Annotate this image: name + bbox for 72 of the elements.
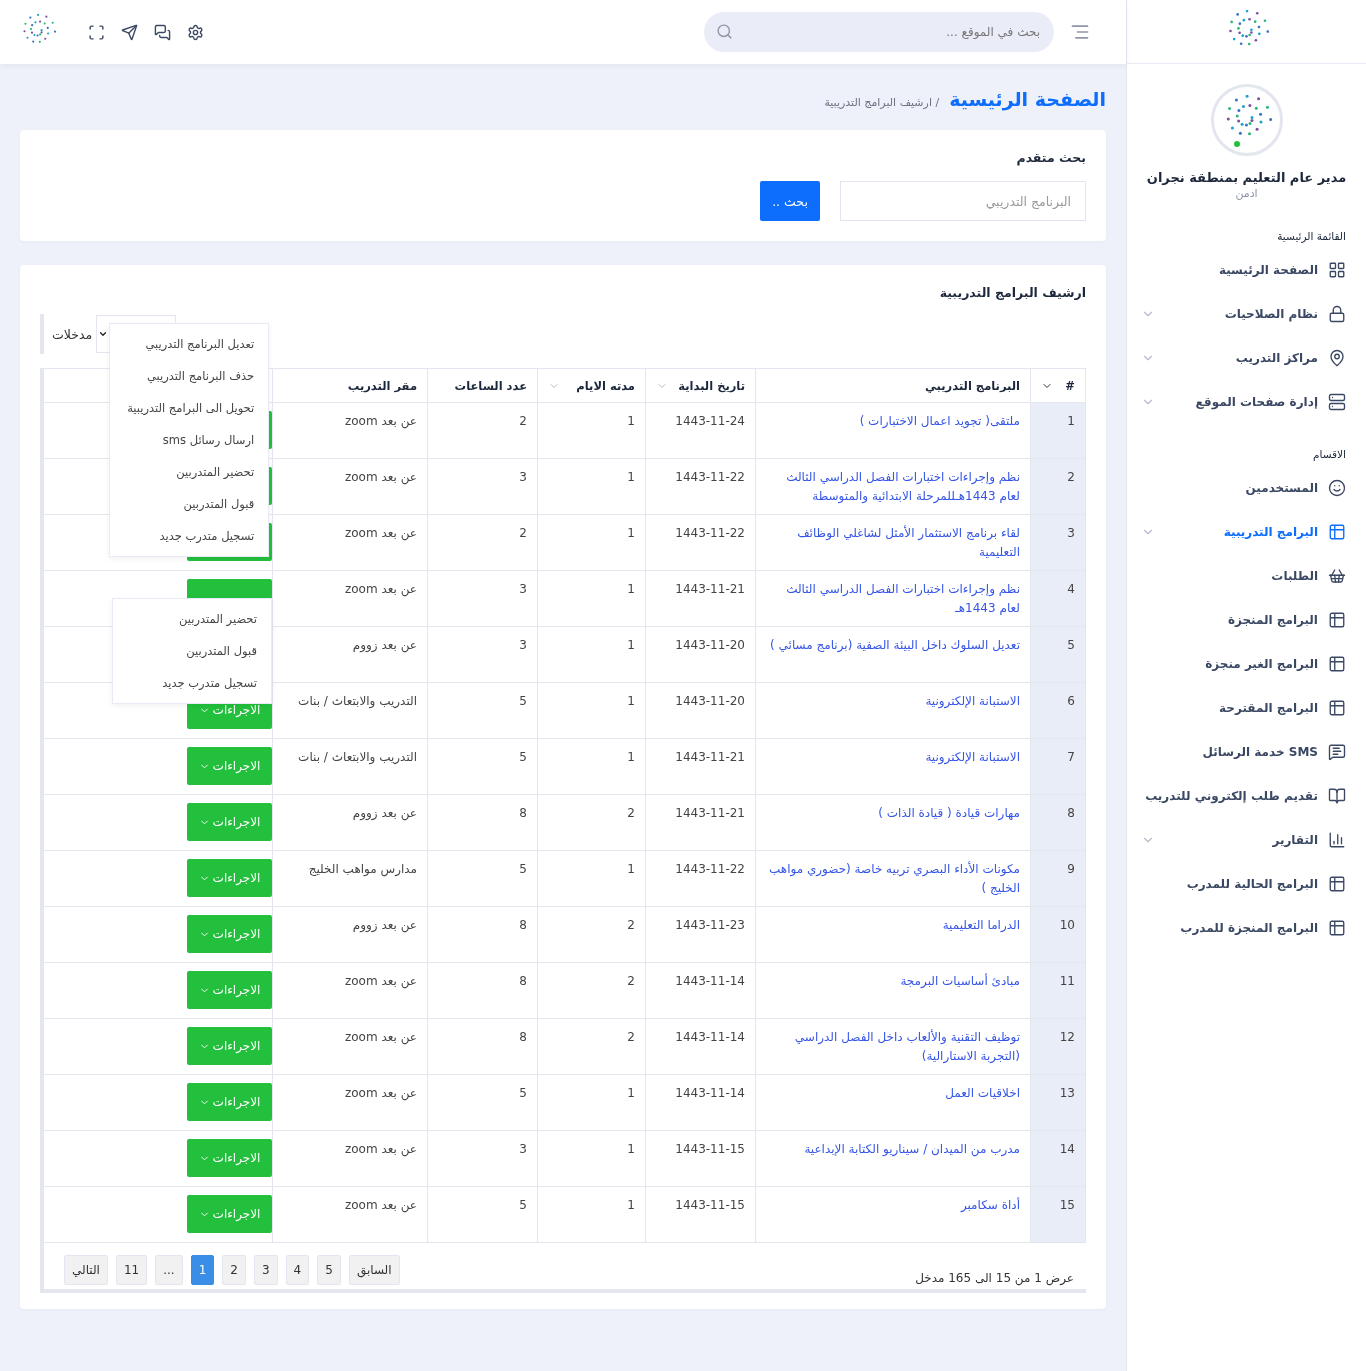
- table-cell: 1: [537, 402, 646, 459]
- table-cell: 1443-11-20: [645, 682, 756, 739]
- row-number: 8: [1030, 794, 1086, 851]
- table-cell: 3: [427, 1130, 538, 1187]
- table-cell: 1443-11-22: [645, 514, 756, 571]
- table-cell: 8: [427, 1018, 538, 1075]
- table-cell: 1443-11-23: [645, 906, 756, 963]
- row-number: 1: [1030, 402, 1086, 459]
- table-cell: 8: [427, 962, 538, 1019]
- card-title: ارشيف البرامج التدريبية: [938, 285, 1086, 300]
- table-cell: 1443-11-22: [645, 850, 756, 907]
- table-cell: 5: [427, 738, 538, 795]
- user-role: ادمن: [1235, 187, 1258, 200]
- table-cell: 1443-11-14: [645, 1074, 756, 1131]
- row-number: 10: [1030, 906, 1086, 963]
- table-cell: 5: [427, 682, 538, 739]
- table-cell: التدريب والابتعاث / بنات: [272, 682, 428, 739]
- table-cell: 1443-11-21: [645, 570, 756, 627]
- row-number: 14: [1030, 1130, 1086, 1187]
- section-title: القائمة الرئيسية: [1276, 229, 1347, 245]
- table-cell: 5: [427, 1074, 538, 1131]
- table-cell: 8: [427, 794, 538, 851]
- table-cell: 5: [427, 1186, 538, 1243]
- table-cell: 1: [537, 514, 646, 571]
- row-number: 13: [1030, 1074, 1086, 1131]
- table-cell: 1443-11-20: [645, 626, 756, 683]
- table-cell: 1: [537, 682, 646, 739]
- breadcrumb: / ارشيف البرامج التدريبية: [824, 96, 940, 109]
- table-cell: 1: [537, 850, 646, 907]
- table-cell: 1443-11-22: [645, 458, 756, 515]
- table-cell: 1: [537, 1074, 646, 1131]
- table-cell: 1: [537, 626, 646, 683]
- row-number: 5: [1030, 626, 1086, 683]
- section-title: الاقسام: [1312, 447, 1347, 463]
- table-cell: 1443-11-14: [645, 962, 756, 1019]
- row-number: 11: [1030, 962, 1086, 1019]
- table-cell: عن بعد زووم: [272, 626, 428, 683]
- table-cell: 3: [427, 570, 538, 627]
- row-number: 12: [1030, 1018, 1086, 1075]
- table-cell: 2: [537, 906, 646, 963]
- table-cell: 1: [537, 1186, 646, 1243]
- row-number: 15: [1030, 1186, 1086, 1243]
- table-cell: 3: [427, 458, 538, 515]
- row-number: 7: [1030, 738, 1086, 795]
- row-number: 4: [1030, 570, 1086, 627]
- entries-label: مدخلات: [52, 326, 93, 342]
- table-cell: 2: [427, 402, 538, 459]
- table-cell: 8: [427, 906, 538, 963]
- table-cell: 2: [427, 514, 538, 571]
- table-cell: 1443-11-21: [645, 738, 756, 795]
- table-cell: 5: [427, 850, 538, 907]
- row-number: 2: [1030, 458, 1086, 515]
- table-cell: 1: [537, 738, 646, 795]
- user-name: مدير عام التعليم بمنطقة نجران: [1146, 170, 1347, 185]
- table-cell: 1443-11-15: [645, 1130, 756, 1187]
- table-cell: 1: [537, 570, 646, 627]
- table-cell: 1: [537, 1130, 646, 1187]
- entries-info: عرض 1 من 15 الى 165 مدخل: [915, 1271, 1074, 1285]
- table-cell: 1443-11-21: [645, 794, 756, 851]
- table-cell: 1443-11-15: [645, 1186, 756, 1243]
- row-number: 9: [1030, 850, 1086, 907]
- table-cell: 2: [537, 794, 646, 851]
- table-cell: 1: [537, 458, 646, 515]
- card-title: بحث متقدم: [1015, 150, 1086, 165]
- table-cell: 3: [427, 626, 538, 683]
- table-cell: 2: [537, 962, 646, 1019]
- table-cell: 2: [537, 1018, 646, 1075]
- page-title: الصفحة الرئيسية: [949, 88, 1106, 110]
- table-cell: 1443-11-14: [645, 1018, 756, 1075]
- table-cell: 1443-11-24: [645, 402, 756, 459]
- row-number: 3: [1030, 514, 1086, 571]
- row-number: 6: [1030, 682, 1086, 739]
